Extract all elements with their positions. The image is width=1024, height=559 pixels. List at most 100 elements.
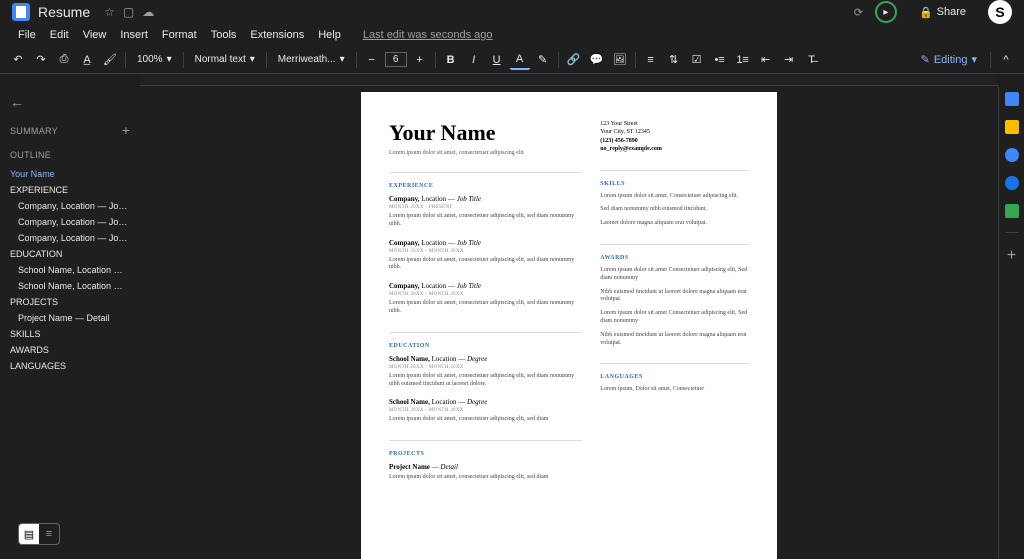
- numbered-list-icon[interactable]: 1≡: [733, 50, 753, 70]
- move-icon[interactable]: ▢: [123, 5, 134, 19]
- indent-decrease-icon[interactable]: ⇤: [756, 50, 776, 70]
- style-select[interactable]: Normal text ▾: [189, 52, 261, 67]
- fontsize-decrease-icon[interactable]: −: [362, 50, 382, 70]
- contacts-icon[interactable]: [1005, 176, 1019, 190]
- sidebar-back-icon[interactable]: ←: [10, 94, 130, 110]
- doc-title[interactable]: Resume: [38, 4, 90, 20]
- addons-plus-icon[interactable]: +: [1007, 247, 1016, 265]
- docs-logo-icon[interactable]: [12, 3, 30, 21]
- share-label: Share: [937, 6, 966, 18]
- awards-text[interactable]: Lorem ipsum dolor sit amet Consectetuer …: [600, 310, 749, 326]
- image-icon[interactable]: 🖼: [610, 50, 630, 70]
- bulleted-list-icon[interactable]: •≡: [710, 50, 730, 70]
- highlight-icon[interactable]: ✎: [533, 50, 553, 70]
- awards-text[interactable]: Nibh euismod tincidunt ut laoreet dolore…: [600, 289, 749, 305]
- clear-format-icon[interactable]: T̶: [802, 50, 822, 70]
- menu-tools[interactable]: Tools: [205, 27, 243, 43]
- ruler[interactable]: [140, 74, 998, 86]
- calendar-icon[interactable]: [1005, 92, 1019, 106]
- outline-heading: OUTLINE: [10, 150, 130, 160]
- section-languages[interactable]: LANGUAGES: [600, 363, 749, 380]
- outline-item[interactable]: PROJECTS: [10, 294, 130, 310]
- awards-text[interactable]: Lorem ipsum dolor sit amet Consectetuer …: [600, 267, 749, 283]
- experience-entry[interactable]: Company, Location — Job TitleMONTH 20XX …: [389, 239, 582, 273]
- outline-item[interactable]: Company, Location — Job Title: [10, 214, 130, 230]
- outline-item[interactable]: AWARDS: [10, 342, 130, 358]
- toolbar: ↶ ↷ ⎙ A̲ 🖌 100% ▾ Normal text ▾ Merriwea…: [0, 46, 1024, 74]
- bold-icon[interactable]: B: [441, 50, 461, 70]
- star-icon[interactable]: ☆: [104, 5, 115, 19]
- avatar[interactable]: S: [988, 0, 1012, 24]
- outline-item[interactable]: SKILLS: [10, 326, 130, 342]
- outline-item[interactable]: Company, Location — Job Title: [10, 198, 130, 214]
- redo-icon[interactable]: ↷: [31, 50, 51, 70]
- education-entry[interactable]: School Name, Location — DegreeMONTH 20XX…: [389, 398, 582, 424]
- comment-icon[interactable]: 💬: [587, 50, 607, 70]
- skills-text[interactable]: Laoreet dolore magna aliquam erat volutp…: [600, 220, 749, 228]
- undo-icon[interactable]: ↶: [8, 50, 28, 70]
- indent-increase-icon[interactable]: ⇥: [779, 50, 799, 70]
- underline-icon[interactable]: U: [487, 50, 507, 70]
- outline-item[interactable]: EXPERIENCE: [10, 182, 130, 198]
- menu-extensions[interactable]: Extensions: [244, 27, 310, 43]
- outline-item[interactable]: School Name, Location — Degr...: [10, 262, 130, 278]
- zoom-select[interactable]: 100% ▾: [131, 52, 178, 67]
- experience-entry[interactable]: Company, Location — Job TitleMONTH 20XX …: [389, 282, 582, 316]
- keep-icon[interactable]: [1005, 120, 1019, 134]
- font-select[interactable]: Merriweath... ▾: [272, 52, 351, 67]
- page: Your Name Lorem ipsum dolor sit amet, co…: [361, 92, 777, 559]
- section-projects[interactable]: PROJECTS: [389, 440, 582, 457]
- link-icon[interactable]: 🔗: [564, 50, 584, 70]
- menu-edit[interactable]: Edit: [44, 27, 75, 43]
- editing-mode-button[interactable]: ✎ Editing ▾: [913, 51, 985, 68]
- tasks-icon[interactable]: [1005, 148, 1019, 162]
- section-experience[interactable]: EXPERIENCE: [389, 172, 582, 189]
- awards-text[interactable]: Nibh euismod tincidunt ut laoreet dolore…: [600, 332, 749, 348]
- experience-entry[interactable]: Company, Location — Job TitleMONTH 20XX …: [389, 195, 582, 229]
- fontsize-input[interactable]: 6: [385, 52, 407, 67]
- outline-item[interactable]: EDUCATION: [10, 246, 130, 262]
- menu-file[interactable]: File: [12, 27, 42, 43]
- text-color-icon[interactable]: A: [510, 50, 530, 70]
- menu-help[interactable]: Help: [312, 27, 347, 43]
- checklist-icon[interactable]: ☑: [687, 50, 707, 70]
- contact-block[interactable]: 123 Your Street Your City, ST 12345 (123…: [600, 120, 749, 154]
- languages-text[interactable]: Lorem ipsum, Dolor sit amet, Consectetue…: [600, 386, 749, 394]
- outline-item[interactable]: School Name, Location — Degr...: [10, 278, 130, 294]
- outline-item[interactable]: Company, Location — Job Title: [10, 230, 130, 246]
- resume-tagline[interactable]: Lorem ipsum dolor sit amet, consectetuer…: [389, 150, 582, 156]
- cloud-icon[interactable]: ☁: [142, 5, 154, 19]
- meet-icon[interactable]: ▸: [875, 1, 897, 23]
- paint-format-icon[interactable]: 🖌: [100, 50, 120, 70]
- skills-text[interactable]: Sed diam nonummy nibh euismod tincidunt.: [600, 206, 749, 214]
- section-skills[interactable]: SKILLS: [600, 170, 749, 187]
- outline-item[interactable]: LANGUAGES: [10, 358, 130, 374]
- collapse-icon[interactable]: ^: [996, 50, 1016, 70]
- print-icon[interactable]: ⎙: [54, 50, 74, 70]
- maps-icon[interactable]: [1005, 204, 1019, 218]
- document-canvas[interactable]: Your Name Lorem ipsum dolor sit amet, co…: [140, 86, 998, 559]
- outline-sidebar: ← SUMMARY + OUTLINE Your NameEXPERIENCEC…: [0, 86, 140, 559]
- section-awards[interactable]: AWARDS: [600, 244, 749, 261]
- spellcheck-icon[interactable]: A̲: [77, 50, 97, 70]
- menu-insert[interactable]: Insert: [114, 27, 154, 43]
- share-button[interactable]: 🔒 Share: [909, 2, 976, 23]
- outline-item[interactable]: Project Name — Detail: [10, 310, 130, 326]
- last-edit-link[interactable]: Last edit was seconds ago: [357, 27, 499, 43]
- history-icon[interactable]: ⟳: [854, 6, 863, 19]
- add-summary-icon[interactable]: +: [122, 122, 130, 138]
- outline-item[interactable]: Your Name: [10, 166, 130, 182]
- education-entry[interactable]: School Name, Location — DegreeMONTH 20XX…: [389, 355, 582, 389]
- skills-text[interactable]: Lorem ipsum dolor sit amet. Consectetuer…: [600, 193, 749, 201]
- fontsize-increase-icon[interactable]: +: [410, 50, 430, 70]
- section-education[interactable]: EDUCATION: [389, 332, 582, 349]
- line-spacing-icon[interactable]: ⇅: [664, 50, 684, 70]
- align-left-icon[interactable]: ≡: [641, 50, 661, 70]
- italic-icon[interactable]: I: [464, 50, 484, 70]
- view-print-layout-icon[interactable]: ▤: [19, 524, 39, 544]
- resume-name[interactable]: Your Name: [389, 120, 582, 146]
- view-compact-icon[interactable]: ≡: [39, 524, 59, 544]
- menu-view[interactable]: View: [77, 27, 113, 43]
- project-entry[interactable]: Project Name — DetailLorem ipsum dolor s…: [389, 463, 582, 482]
- menu-format[interactable]: Format: [156, 27, 203, 43]
